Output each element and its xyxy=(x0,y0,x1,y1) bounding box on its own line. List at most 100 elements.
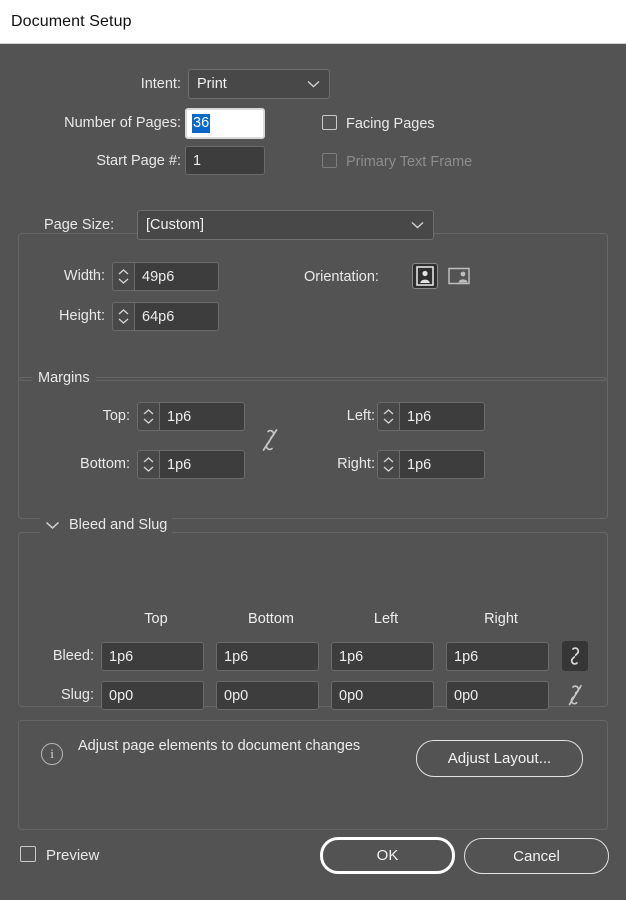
margin-right-input[interactable]: 1p6 xyxy=(399,450,485,479)
chevron-up-icon xyxy=(383,457,394,463)
slug-right-input[interactable]: 0p0 xyxy=(446,681,549,710)
adjust-layout-button[interactable]: Adjust Layout... xyxy=(416,740,583,777)
portrait-orientation-button[interactable] xyxy=(412,263,438,289)
slug-top-input[interactable]: 0p0 xyxy=(101,681,204,710)
margin-top-value: 1p6 xyxy=(167,408,192,425)
chevron-down-icon xyxy=(307,76,320,92)
margin-right-value: 1p6 xyxy=(407,456,432,473)
bleed-slug-column-bottom: Bottom xyxy=(248,611,294,627)
ok-button[interactable]: OK xyxy=(320,837,455,874)
bleed-row-label: Bleed: xyxy=(52,648,94,664)
bleed-left-value: 1p6 xyxy=(339,648,364,665)
landscape-orientation-button[interactable] xyxy=(446,263,472,289)
window-titlebar: Document Setup xyxy=(0,0,626,44)
start-page-input[interactable]: 1 xyxy=(185,146,265,175)
margin-top-input[interactable]: 1p6 xyxy=(159,402,245,431)
chevron-down-icon xyxy=(143,466,154,472)
chevron-down-icon xyxy=(118,318,129,324)
intent-select-value: Print xyxy=(197,76,227,92)
bleed-right-value: 1p6 xyxy=(454,648,479,665)
facing-pages-checkbox[interactable] xyxy=(322,115,337,130)
slug-right-value: 0p0 xyxy=(454,687,479,704)
width-label: Width: xyxy=(63,268,105,284)
margin-left-stepper[interactable] xyxy=(377,402,399,431)
chevron-down-icon xyxy=(411,217,424,233)
margin-left-label: Left: xyxy=(346,408,375,424)
bleed-top-input[interactable]: 1p6 xyxy=(101,642,204,671)
margin-left-input[interactable]: 1p6 xyxy=(399,402,485,431)
bleed-top-value: 1p6 xyxy=(109,648,134,665)
intent-label: Intent: xyxy=(140,76,181,92)
primary-text-frame-checkbox xyxy=(322,153,337,168)
margin-top-stepper[interactable] xyxy=(137,402,159,431)
height-value: 64p6 xyxy=(142,308,175,325)
chevron-down-icon xyxy=(45,521,60,529)
chevron-down-icon xyxy=(143,418,154,424)
document-setup-dialog: Intent: Print Number of Pages: 36 Facing… xyxy=(0,45,626,900)
page-size-label: Page Size: xyxy=(39,218,120,233)
margin-right-label: Right: xyxy=(337,456,375,472)
number-of-pages-label: Number of Pages: xyxy=(64,115,181,131)
width-stepper[interactable] xyxy=(112,262,134,291)
number-of-pages-input[interactable]: 36 xyxy=(185,108,265,139)
chevron-up-icon xyxy=(143,457,154,463)
slug-row-label: Slug: xyxy=(60,687,94,703)
margins-group xyxy=(18,377,608,519)
chevron-up-icon xyxy=(143,409,154,415)
bleed-slug-group-header[interactable]: Bleed and Slug xyxy=(40,517,173,533)
bleed-bottom-input[interactable]: 1p6 xyxy=(216,642,319,671)
bleed-right-input[interactable]: 1p6 xyxy=(446,642,549,671)
bleed-slug-column-left: Left xyxy=(373,611,399,627)
margin-left-value: 1p6 xyxy=(407,408,432,425)
chevron-down-icon xyxy=(383,466,394,472)
page-size-group xyxy=(18,233,608,381)
cancel-button[interactable]: Cancel xyxy=(464,838,609,874)
intent-select[interactable]: Print xyxy=(188,69,330,99)
bleed-slug-column-right: Right xyxy=(484,611,518,627)
margin-right-stepper[interactable] xyxy=(377,450,399,479)
primary-text-frame-label: Primary Text Frame xyxy=(346,154,473,170)
chevron-up-icon xyxy=(118,309,129,315)
window-title: Document Setup xyxy=(11,13,132,30)
margins-group-title: Margins xyxy=(32,370,96,386)
margin-bottom-stepper[interactable] xyxy=(137,450,159,479)
start-page-label: Start Page #: xyxy=(96,153,181,169)
page-size-select-value: [Custom] xyxy=(146,217,205,233)
slug-left-input[interactable]: 0p0 xyxy=(331,681,434,710)
info-circle-icon: i xyxy=(41,743,63,765)
bleed-left-input[interactable]: 1p6 xyxy=(331,642,434,671)
margin-bottom-input[interactable]: 1p6 xyxy=(159,450,245,479)
preview-checkbox[interactable] xyxy=(20,846,36,862)
slug-left-value: 0p0 xyxy=(339,687,364,704)
slug-bottom-input[interactable]: 0p0 xyxy=(216,681,319,710)
chevron-down-icon xyxy=(118,278,129,284)
margin-bottom-value: 1p6 xyxy=(167,456,192,473)
height-input[interactable]: 64p6 xyxy=(134,302,219,331)
linked-chain-link-icon[interactable] xyxy=(562,641,588,671)
margin-bottom-label: Bottom: xyxy=(80,456,130,472)
portrait-orientation-icon xyxy=(416,266,434,286)
slug-top-value: 0p0 xyxy=(109,687,134,704)
chevron-down-icon xyxy=(383,418,394,424)
width-input[interactable]: 49p6 xyxy=(134,262,219,291)
bleed-bottom-value: 1p6 xyxy=(224,648,249,665)
width-value: 49p6 xyxy=(142,268,175,285)
chevron-up-icon xyxy=(118,269,129,275)
broken-chain-link-icon[interactable] xyxy=(258,425,282,455)
orientation-label: Orientation: xyxy=(304,269,379,285)
broken-chain-link-icon[interactable] xyxy=(562,680,588,710)
slug-bottom-value: 0p0 xyxy=(224,687,249,704)
adjust-layout-message: Adjust page elements to document changes xyxy=(78,738,361,754)
chevron-up-icon xyxy=(383,409,394,415)
preview-label: Preview xyxy=(46,847,100,864)
page-size-select[interactable]: [Custom] xyxy=(137,210,434,240)
number-of-pages-value: 36 xyxy=(192,114,211,133)
height-stepper[interactable] xyxy=(112,302,134,331)
margin-top-label: Top: xyxy=(102,408,130,424)
facing-pages-label: Facing Pages xyxy=(346,116,435,132)
bleed-slug-group-title: Bleed and Slug xyxy=(69,517,168,533)
height-label: Height: xyxy=(59,308,105,324)
bleed-slug-column-top: Top xyxy=(144,611,168,627)
landscape-orientation-icon xyxy=(448,267,470,285)
start-page-value: 1 xyxy=(193,152,202,169)
